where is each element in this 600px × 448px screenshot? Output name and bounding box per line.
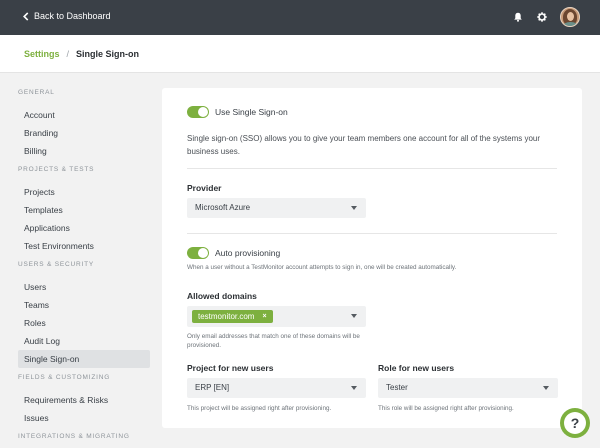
domain-tag: testmonitor.com × [192, 310, 273, 323]
sidebar-section-general: GENERAL [18, 89, 55, 96]
project-select[interactable]: ERP [EN] [187, 378, 366, 398]
breadcrumb-settings-link[interactable]: Settings [24, 49, 60, 59]
auto-provisioning-toggle[interactable] [187, 247, 209, 259]
use-sso-toggle[interactable] [187, 106, 209, 118]
sidebar-item-audit-log[interactable]: Audit Log [18, 332, 150, 350]
chevron-left-icon [23, 11, 29, 21]
back-to-dashboard-link[interactable]: Back to Dashboard [22, 11, 111, 21]
sidebar-item-users[interactable]: Users [18, 278, 150, 296]
page-header: Settings / Single Sign-on [0, 35, 600, 73]
chevron-down-icon [351, 386, 357, 390]
divider [187, 233, 557, 234]
project-label: Project for new users [187, 363, 274, 373]
sso-settings-card: Use Single Sign-on Single sign-on (SSO) … [162, 88, 582, 428]
sidebar-item-account[interactable]: Account [18, 106, 150, 124]
sidebar-item-branding[interactable]: Branding [18, 124, 150, 142]
top-bar: Back to Dashboard [0, 0, 600, 35]
avatar[interactable] [560, 7, 580, 27]
sidebar-item-teams[interactable]: Teams [18, 296, 150, 314]
auto-provisioning-label: Auto provisioning [215, 248, 281, 258]
sso-description: Single sign-on (SSO) allows you to give … [187, 134, 541, 156]
back-label: Back to Dashboard [34, 11, 111, 21]
settings-sidebar: GENERAL Account Branding Billing PROJECT… [18, 88, 150, 448]
sidebar-section-integrations-migrating: INTEGRATIONS & MIGRATING [18, 433, 130, 440]
sidebar-item-single-sign-on[interactable]: Single Sign-on [18, 350, 150, 368]
use-sso-label: Use Single Sign-on [215, 107, 288, 117]
sidebar-section-users-security: USERS & SECURITY [18, 261, 95, 268]
auto-provisioning-hint: When a user without a TestMonitor accoun… [187, 264, 457, 271]
close-icon[interactable]: × [262, 310, 266, 323]
sidebar-section-projects-tests: PROJECTS & TESTS [18, 166, 95, 173]
chevron-down-icon [543, 386, 549, 390]
sidebar-section-fields-customizing: FIELDS & CUSTOMIZING [18, 374, 111, 381]
sidebar-item-issues[interactable]: Issues [18, 409, 150, 427]
bell-icon[interactable] [512, 11, 524, 23]
allowed-domains-input[interactable]: testmonitor.com × [187, 306, 366, 327]
sidebar-item-projects[interactable]: Projects [18, 183, 150, 201]
chevron-down-icon [351, 314, 357, 318]
top-icons [512, 7, 580, 27]
domain-tag-label: testmonitor.com [198, 312, 255, 321]
sidebar-item-templates[interactable]: Templates [18, 201, 150, 219]
allowed-domains-hint: Only email addresses that match one of t… [187, 333, 360, 349]
project-hint: This project will be assigned right afte… [187, 405, 332, 412]
sidebar-item-roles[interactable]: Roles [18, 314, 150, 332]
breadcrumb-separator: / [66, 49, 70, 59]
role-hint: This role will be assigned right after p… [378, 405, 514, 412]
allowed-domains-label: Allowed domains [187, 291, 257, 301]
provider-label: Provider [187, 183, 222, 193]
sidebar-item-applications[interactable]: Applications [18, 219, 150, 237]
role-select[interactable]: Tester [378, 378, 558, 398]
sidebar-item-test-environments[interactable]: Test Environments [18, 237, 150, 255]
chevron-down-icon [351, 206, 357, 210]
help-button[interactable]: ? [560, 408, 590, 438]
help-icon: ? [564, 412, 586, 434]
breadcrumb: Settings / Single Sign-on [24, 49, 139, 59]
role-label: Role for new users [378, 363, 455, 373]
provider-value: Microsoft Azure [195, 203, 251, 212]
divider [187, 168, 557, 169]
gear-icon[interactable] [536, 11, 548, 23]
sidebar-item-billing[interactable]: Billing [18, 142, 150, 160]
page-title: Single Sign-on [76, 49, 140, 59]
project-value: ERP [EN] [195, 383, 230, 392]
provider-select[interactable]: Microsoft Azure [187, 198, 366, 218]
role-value: Tester [386, 383, 408, 392]
sidebar-item-requirements-risks[interactable]: Requirements & Risks [18, 391, 150, 409]
